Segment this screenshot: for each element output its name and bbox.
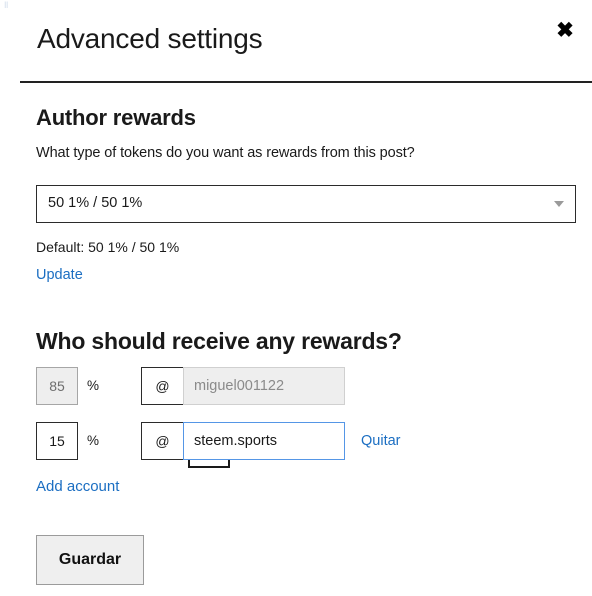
beneficiary-percent-input[interactable] [36,367,78,405]
header-divider [20,81,592,83]
at-symbol-icon: @ [141,367,183,405]
at-symbol-icon: @ [141,422,183,460]
beneficiary-username-input[interactable] [183,367,345,405]
update-link[interactable]: Update [36,267,83,283]
save-button[interactable]: Guardar [36,535,144,585]
remove-beneficiary-link[interactable]: Quitar [361,433,401,449]
percent-symbol: % [87,433,100,448]
beneficiary-username-input[interactable] [183,422,345,460]
add-account-link[interactable]: Add account [36,478,119,495]
background-left-rail [0,0,10,596]
username-autocomplete-dropdown[interactable] [188,460,230,468]
reward-type-select-value: 50 1% / 50 1% [48,195,143,211]
dialog-header: Advanced settings ✖ [10,3,592,75]
close-icon[interactable]: ✖ [552,17,578,43]
author-rewards-question: What type of tokens do you want as rewar… [36,145,415,161]
beneficiary-username-group: @ [141,422,345,460]
beneficiaries-heading: Who should receive any rewards? [36,328,402,354]
reward-type-select[interactable]: 50 1% / 50 1% [36,185,576,223]
advanced-settings-dialog: Advanced settings ✖ Author rewards What … [10,3,592,596]
page-title: Advanced settings [37,23,263,54]
beneficiary-username-group: @ [141,367,345,405]
chevron-down-icon [554,201,564,207]
author-rewards-heading: Author rewards [36,105,196,130]
percent-symbol: % [87,378,100,393]
beneficiary-percent-input[interactable] [36,422,78,460]
default-reward-label: Default: 50 1% / 50 1% [36,239,180,255]
